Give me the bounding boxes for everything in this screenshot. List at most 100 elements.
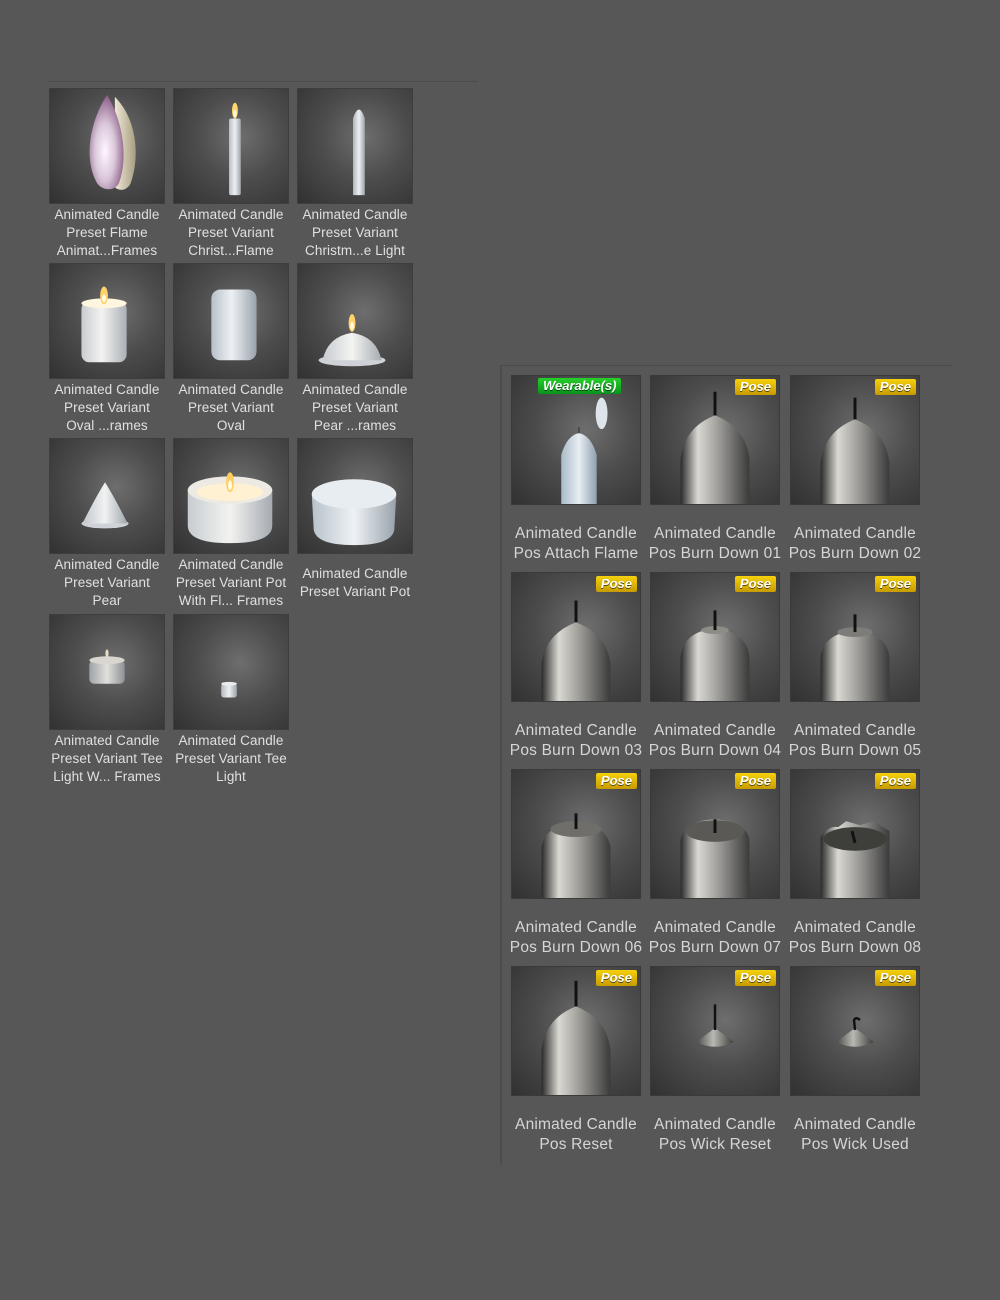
item-label-line: Animated Candle [794, 525, 916, 542]
item-label-line: Animated Candle [302, 382, 408, 397]
library-item-flame-frames[interactable]: Animated Candle Preset Flame Animat...Fr… [45, 88, 169, 260]
right-content-library-panel: Wearable(s) Animated Candle Pos Attach F… [500, 365, 952, 1165]
item-label-line: Animated Candle [302, 207, 408, 222]
library-item-burn-down-03[interactable]: Pose Animated Candle Pos Burn Down 03 [506, 572, 646, 761]
pose-badge: Pose [595, 773, 637, 789]
item-label-line: Light [216, 769, 246, 784]
item-label-line: Animated Candle [54, 207, 160, 222]
attach-flame-icon: Wearable(s) [511, 375, 641, 505]
item-label-line: Animated Candle [654, 1116, 776, 1133]
item-label-line: Animated Candle [515, 1116, 637, 1133]
item-label-line: Preset Variant Pot [175, 575, 287, 590]
item-label-line: Animated Candle [654, 919, 776, 936]
item-label-line: Pos Burn Down 04 [648, 742, 782, 759]
item-label-line: Preset Variant [64, 400, 150, 415]
item-label-line: Light W... Frames [53, 769, 161, 784]
pose-reset-icon: Pose [511, 966, 641, 1096]
library-item-burn-down-02[interactable]: Pose Animated Candle Pos Burn Down 02 [785, 375, 925, 564]
burn-down-08-icon: Pose [790, 769, 920, 899]
pear-candle-lit-icon [297, 263, 413, 379]
item-label-line: Animated Candle [54, 557, 160, 572]
item-label-line: Christ...Flame [188, 243, 274, 258]
item-label-line: Preset Variant Pot [299, 584, 411, 599]
burn-down-07-icon: Pose [650, 769, 780, 899]
item-label-line: Animated Candle [54, 382, 160, 397]
item-label-line: Animated Candle [515, 722, 637, 739]
item-label-line: Animated Candle [178, 207, 284, 222]
left-content-library-panel: Animated Candle Preset Flame Animat...Fr… [0, 0, 480, 800]
pose-badge: Pose [595, 970, 637, 986]
library-item-christmas-flame[interactable]: Animated Candle Preset Variant Christ...… [169, 88, 293, 260]
library-item-tealight-frames[interactable]: Animated Candle Preset Variant Tee Light… [45, 614, 169, 786]
library-item-burn-down-07[interactable]: Pose Animated Candle Pos Burn Down 07 [645, 769, 785, 958]
oval-candle-lit-icon [49, 263, 165, 379]
item-label-line: Animated Candle [515, 525, 637, 542]
item-label-line: Pos Attach Flame [513, 545, 639, 562]
item-label-line: Animated Candle [178, 557, 284, 572]
burn-down-04-icon: Pose [650, 572, 780, 702]
item-label-line: Animated Candle [178, 382, 284, 397]
wick-used-icon: Pose [790, 966, 920, 1096]
item-label-line: Animat...Frames [56, 243, 158, 258]
christmas-candle-icon [297, 88, 413, 204]
library-item-christmas-light[interactable]: Animated Candle Preset Variant Christm..… [293, 88, 417, 260]
item-label-line: Oval [216, 418, 246, 433]
item-label-line: Animated Candle [794, 1116, 916, 1133]
library-item-attach-flame[interactable]: Wearable(s) Animated Candle Pos Attach F… [506, 375, 646, 564]
library-item-burn-down-05[interactable]: Pose Animated Candle Pos Burn Down 05 [785, 572, 925, 761]
pose-badge: Pose [874, 970, 916, 986]
pose-badge: Pose [874, 576, 916, 592]
item-label-line: Preset Variant [188, 400, 274, 415]
item-label-line: Christm...e Light [305, 243, 405, 258]
pose-badge: Pose [595, 576, 637, 592]
item-label-line: Animated Candle [54, 733, 160, 748]
wick-reset-icon: Pose [650, 966, 780, 1096]
library-item-oval[interactable]: Animated Candle Preset Variant Oval [169, 263, 293, 435]
library-item-pear[interactable]: Animated Candle Preset Variant Pear [45, 438, 169, 610]
item-label-line: Preset Variant Tee [51, 751, 163, 766]
item-label-line: Preset Variant [312, 225, 398, 240]
item-label-line: Pos Burn Down 03 [509, 742, 643, 759]
burn-down-06-icon: Pose [511, 769, 641, 899]
library-item-pot[interactable]: Animated Candle Preset Variant Pot [293, 438, 417, 601]
item-label-line: Animated Candle [654, 525, 776, 542]
library-item-burn-down-01[interactable]: Pose Animated Candle Pos Burn Down 01 [645, 375, 785, 564]
item-label-line: Pos Wick Reset [658, 1136, 772, 1153]
pear-candle-icon [49, 438, 165, 554]
library-item-pear-frames[interactable]: Animated Candle Preset Variant Pear ...r… [293, 263, 417, 435]
flame-icon [49, 88, 165, 204]
item-label-line: Pear ...rames [313, 418, 397, 433]
burn-down-03-icon: Pose [511, 572, 641, 702]
pose-badge: Pose [734, 773, 776, 789]
library-item-burn-down-04[interactable]: Pose Animated Candle Pos Burn Down 04 [645, 572, 785, 761]
pose-badge: Pose [734, 576, 776, 592]
library-item-wick-reset[interactable]: Pose Animated Candle Pos Wick Reset [645, 966, 785, 1155]
item-label-line: Animated Candle [794, 919, 916, 936]
burn-down-01-icon: Pose [650, 375, 780, 505]
library-item-tealight[interactable]: Animated Candle Preset Variant Tee Light [169, 614, 293, 786]
item-label-line: Pos Burn Down 01 [648, 545, 782, 562]
item-label-line: Animated Candle [794, 722, 916, 739]
library-item-pose-reset[interactable]: Pose Animated Candle Pos Reset [506, 966, 646, 1155]
pose-badge: Pose [874, 773, 916, 789]
pose-badge: Pose [874, 379, 916, 395]
right-panel-divider [502, 365, 952, 366]
library-item-wick-used[interactable]: Pose Animated Candle Pos Wick Used [785, 966, 925, 1155]
item-label-line: Preset Variant [188, 225, 274, 240]
wearable-badge: Wearable(s) [538, 378, 622, 394]
pot-candle-icon [297, 438, 413, 554]
item-label-line: Pos Burn Down 06 [509, 939, 643, 956]
burn-down-05-icon: Pose [790, 572, 920, 702]
library-item-oval-frames[interactable]: Animated Candle Preset Variant Oval ...r… [45, 263, 169, 435]
library-item-burn-down-06[interactable]: Pose Animated Candle Pos Burn Down 06 [506, 769, 646, 958]
item-label-line: Pear [92, 593, 122, 608]
burn-down-02-icon: Pose [790, 375, 920, 505]
library-item-burn-down-08[interactable]: Pose Animated Candle Pos Burn Down 08 [785, 769, 925, 958]
item-label-line: Pos Reset [539, 1136, 613, 1153]
pot-candle-lit-icon [173, 438, 289, 554]
library-item-pot-frames[interactable]: Animated Candle Preset Variant Pot With … [169, 438, 293, 610]
oval-candle-icon [173, 263, 289, 379]
left-panel-divider [48, 81, 478, 82]
right-panel-border [500, 365, 502, 1165]
item-label-line: Animated Candle [654, 722, 776, 739]
